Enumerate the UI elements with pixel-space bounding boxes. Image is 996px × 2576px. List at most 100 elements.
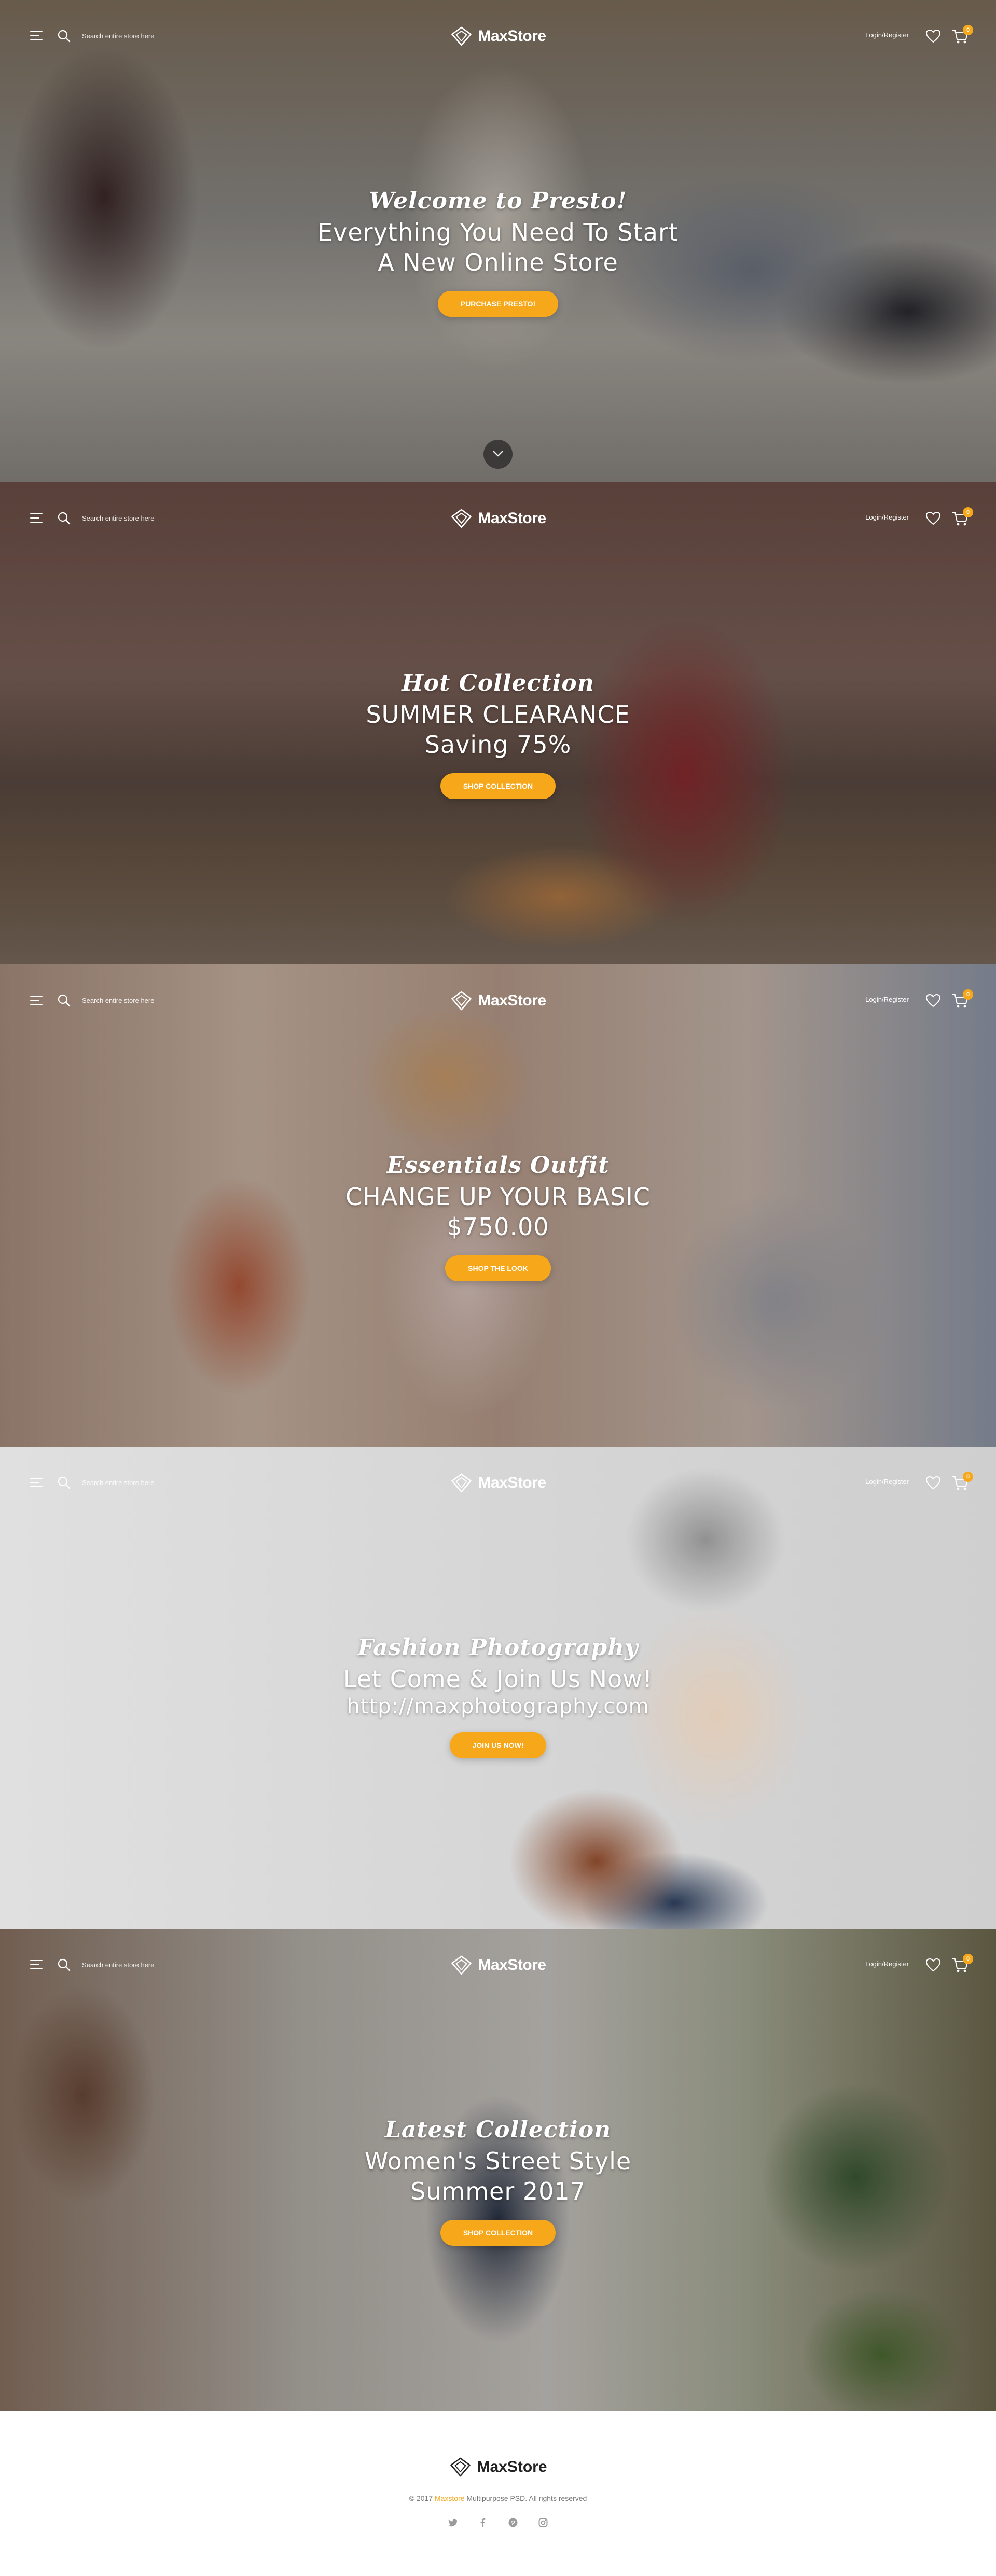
hero-slide-summer-clearance: Search entire store here MaxStore Login/… — [0, 482, 996, 964]
search-input[interactable]: Search entire store here — [57, 29, 182, 44]
chevron-down-icon — [493, 451, 503, 457]
pinterest-icon[interactable] — [508, 2517, 518, 2528]
menu-icon[interactable] — [30, 1478, 43, 1487]
search-icon[interactable] — [57, 29, 71, 43]
search-input[interactable]: Search entire store here — [57, 511, 182, 526]
site-header: Search entire store here MaxStore Login/… — [0, 1468, 996, 1497]
wishlist-heart-icon[interactable] — [925, 511, 941, 526]
hero-title-line2: $750.00 — [447, 1213, 549, 1241]
cart-count-badge: 0 — [963, 507, 973, 517]
copyright-suffix: Multipurpose PSD. All rights reserved — [466, 2494, 587, 2502]
hero-title-line1: CHANGE UP YOUR BASIC — [345, 1183, 651, 1211]
facebook-icon[interactable] — [478, 2517, 488, 2528]
site-header: Search entire store here MaxStore Login/… — [0, 504, 996, 533]
hero-title-line2: Saving 75% — [424, 731, 572, 759]
site-header: Search entire store here MaxStore Login/… — [0, 986, 996, 1015]
menu-icon[interactable] — [30, 31, 43, 40]
logo-mark-icon — [451, 991, 472, 1011]
copyright-prefix: © 2017 — [409, 2494, 433, 2502]
cart-count-badge: 0 — [963, 25, 973, 35]
cart-count-badge: 0 — [963, 1472, 973, 1482]
hero-slide-fashion-photography: Search entire store here MaxStore Login/… — [0, 1447, 996, 1929]
join-us-now-button[interactable]: JOIN US NOW! — [449, 1732, 547, 1758]
hero-copy: Welcome to Presto! Everything You Need T… — [0, 188, 996, 317]
hero-slide-essentials-outfit: Search entire store here MaxStore Login/… — [0, 964, 996, 1447]
logo-mark-icon — [451, 26, 472, 46]
hero-website-url[interactable]: http://maxphotography.com — [0, 1694, 996, 1719]
hero-title-line1: Women's Street Style — [364, 2147, 632, 2175]
copyright-text: © 2017 Maxstore Multipurpose PSD. All ri… — [0, 2494, 996, 2502]
site-logo[interactable]: MaxStore — [450, 1472, 546, 1494]
hero-slide-latest-collection: Search entire store here MaxStore Login/… — [0, 1929, 996, 2411]
search-icon[interactable] — [57, 511, 71, 525]
twitter-icon[interactable] — [448, 2517, 458, 2528]
site-logo[interactable]: MaxStore — [450, 25, 546, 48]
social-links — [448, 2517, 548, 2528]
logo-text: MaxStore — [478, 27, 546, 45]
logo-mark-icon — [450, 2457, 471, 2477]
purchase-presto-button[interactable]: PURCHASE PRESTO! — [437, 291, 559, 317]
search-placeholder: Search entire store here — [82, 997, 155, 1004]
search-icon[interactable] — [57, 1958, 71, 1971]
wishlist-heart-icon[interactable] — [925, 1476, 941, 1490]
logo-text: MaxStore — [478, 510, 546, 527]
site-logo[interactable]: MaxStore — [450, 507, 546, 530]
shop-the-look-button[interactable]: SHOP THE LOOK — [445, 1255, 551, 1281]
scroll-down-button[interactable] — [483, 440, 513, 469]
wishlist-heart-icon[interactable] — [925, 993, 941, 1008]
search-input[interactable]: Search entire store here — [57, 1958, 182, 1972]
search-placeholder: Search entire store here — [82, 514, 155, 522]
menu-icon[interactable] — [30, 513, 43, 523]
hero-script-heading: Essentials Outfit — [386, 1152, 610, 1179]
menu-icon[interactable] — [30, 1960, 43, 1969]
shop-collection-button[interactable]: SHOP COLLECTION — [440, 2220, 556, 2246]
logo-mark-icon — [451, 1473, 472, 1493]
shop-collection-button[interactable]: SHOP COLLECTION — [440, 773, 556, 799]
hero-script-heading: Latest Collection — [384, 2117, 612, 2143]
hero-script-heading: Hot Collection — [402, 670, 594, 696]
hero-title-line1: Let Come & Join Us Now! — [343, 1665, 653, 1693]
menu-icon[interactable] — [30, 996, 43, 1005]
search-input[interactable]: Search entire store here — [57, 1476, 182, 1490]
site-header: Search entire store here MaxStore Login/… — [0, 22, 996, 51]
site-footer: MaxStore © 2017 Maxstore Multipurpose PS… — [0, 2411, 996, 2576]
login-register-link[interactable]: Login/Register — [865, 1960, 909, 1968]
hero-slide-welcome: Search entire store here MaxStore Login/… — [0, 0, 996, 482]
logo-mark-icon — [451, 509, 472, 528]
cart-count-badge: 0 — [963, 989, 973, 1000]
cart-count-badge: 0 — [963, 1954, 973, 1964]
logo-text: MaxStore — [478, 992, 546, 1009]
login-register-link[interactable]: Login/Register — [865, 31, 909, 39]
logo-text: MaxStore — [478, 1474, 546, 1491]
wishlist-heart-icon[interactable] — [925, 1958, 941, 1972]
search-input[interactable]: Search entire store here — [57, 993, 182, 1008]
search-placeholder: Search entire store here — [82, 1961, 155, 1969]
site-logo[interactable]: MaxStore — [450, 989, 546, 1012]
login-register-link[interactable]: Login/Register — [865, 996, 909, 1003]
login-register-link[interactable]: Login/Register — [865, 513, 909, 521]
hero-copy: Essentials Outfit CHANGE UP YOUR BASIC $… — [0, 1152, 996, 1281]
hero-title-line1: Everything You Need To Start — [317, 218, 679, 246]
instagram-icon[interactable] — [538, 2517, 548, 2528]
hero-title-line2: Summer 2017 — [410, 2177, 586, 2205]
hero-title-line1: SUMMER CLEARANCE — [366, 701, 630, 729]
logo-text: MaxStore — [478, 1956, 546, 1973]
login-register-link[interactable]: Login/Register — [865, 1478, 909, 1486]
search-icon[interactable] — [57, 1476, 71, 1489]
hero-script-heading: Fashion Photography — [357, 1634, 639, 1661]
logo-mark-icon — [451, 1955, 472, 1975]
search-placeholder: Search entire store here — [82, 1479, 155, 1487]
site-header: Search entire store here MaxStore Login/… — [0, 1951, 996, 1980]
footer-logo-text: MaxStore — [477, 2458, 547, 2475]
site-logo[interactable]: MaxStore — [450, 1954, 546, 1977]
hero-title-line2: A New Online Store — [378, 248, 618, 276]
wishlist-heart-icon[interactable] — [925, 29, 941, 44]
hero-copy: Fashion Photography Let Come & Join Us N… — [0, 1634, 996, 1758]
search-placeholder: Search entire store here — [82, 32, 155, 40]
footer-logo[interactable]: MaxStore — [449, 2457, 547, 2477]
copyright-brand-link[interactable]: Maxstore — [435, 2494, 465, 2502]
hero-copy: Latest Collection Women's Street Style S… — [0, 2117, 996, 2246]
hero-script-heading: Welcome to Presto! — [369, 188, 627, 214]
search-icon[interactable] — [57, 993, 71, 1007]
hero-copy: Hot Collection SUMMER CLEARANCE Saving 7… — [0, 670, 996, 799]
